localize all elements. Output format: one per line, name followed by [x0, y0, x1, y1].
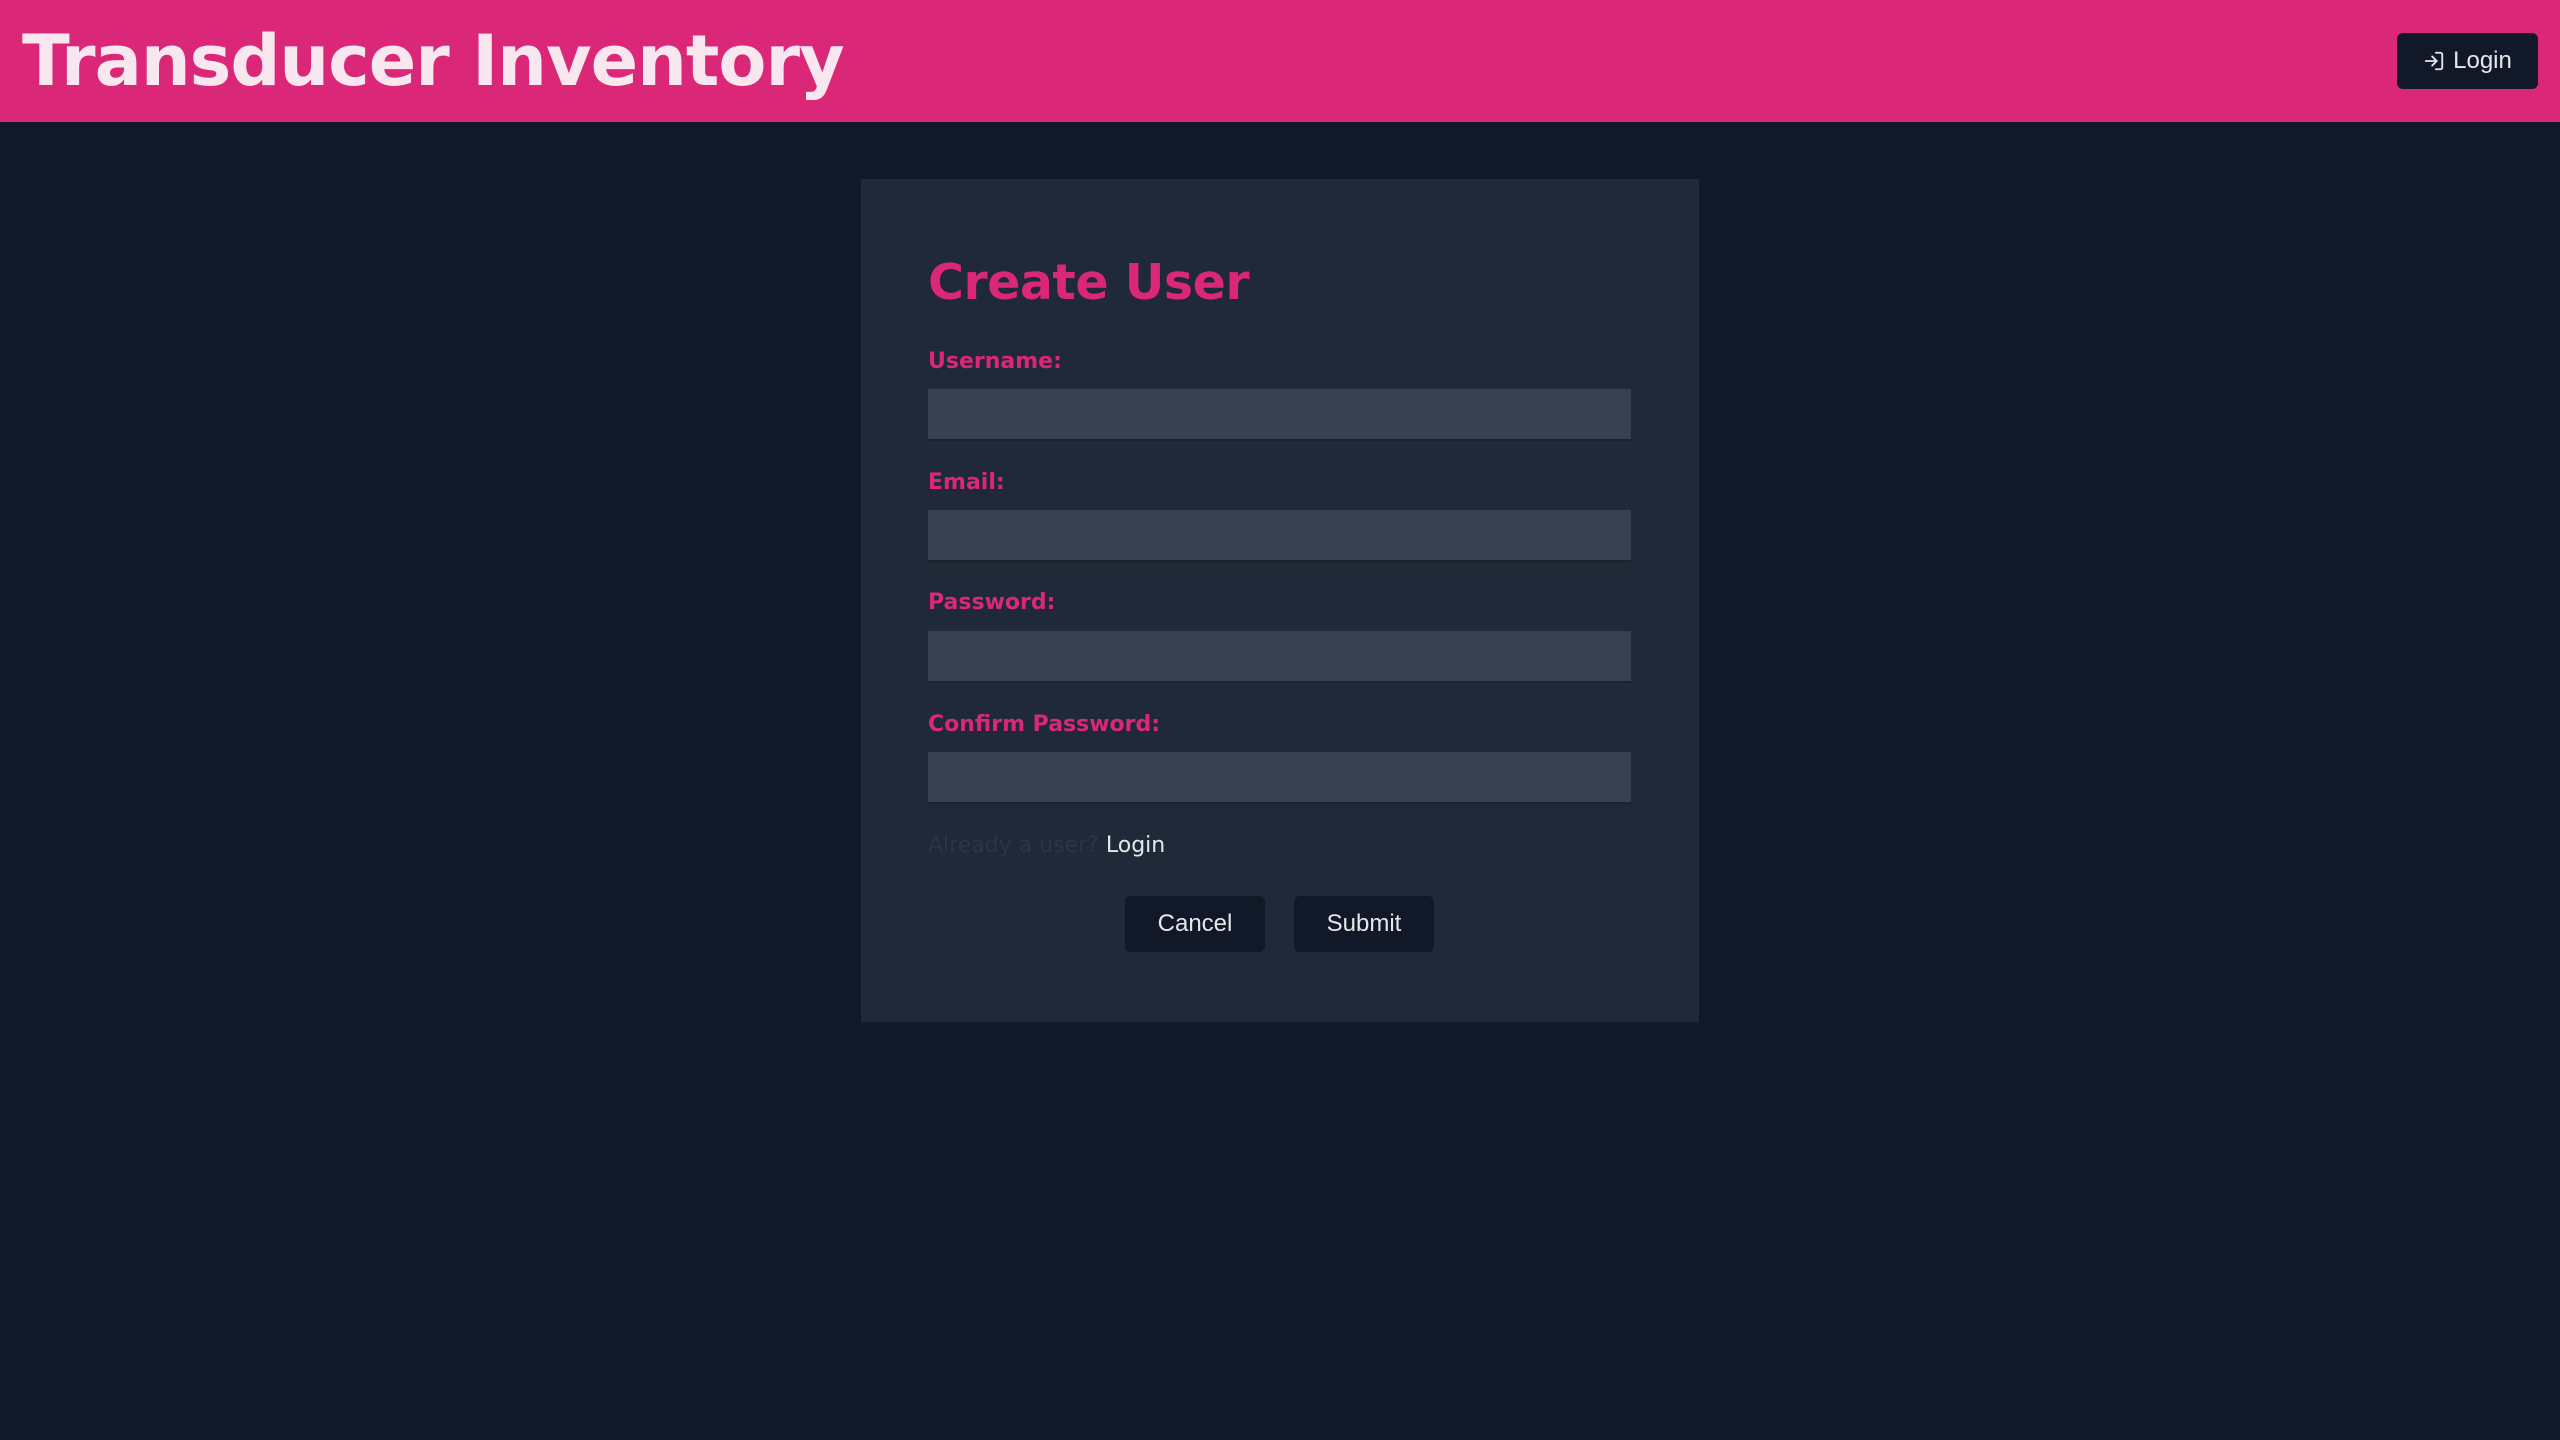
password-input[interactable] [928, 631, 1631, 683]
login-arrow-icon [2423, 50, 2445, 72]
login-link[interactable]: Login [1106, 833, 1165, 858]
confirm-password-input[interactable] [928, 752, 1631, 804]
form-title: Create User [928, 254, 1250, 311]
username-label: Username: [928, 349, 1062, 374]
email-input[interactable] [928, 510, 1631, 562]
app-header: Transducer Inventory Login [0, 0, 2560, 122]
confirm-password-label: Confirm Password: [928, 712, 1161, 737]
header-login-label: Login [2453, 47, 2512, 74]
cancel-button[interactable]: Cancel [1125, 896, 1265, 952]
username-input[interactable] [928, 389, 1631, 441]
create-user-card: Create User Username: Email: Password: C… [861, 179, 1699, 1022]
submit-button[interactable]: Submit [1294, 896, 1434, 952]
app-title: Transducer Inventory [22, 20, 845, 102]
header-login-button[interactable]: Login [2397, 33, 2538, 89]
password-label: Password: [928, 590, 1056, 615]
email-label: Email: [928, 470, 1005, 495]
already-user-text: Already a user? [928, 833, 1099, 858]
already-user-row: Already a user? Login [928, 831, 1165, 861]
